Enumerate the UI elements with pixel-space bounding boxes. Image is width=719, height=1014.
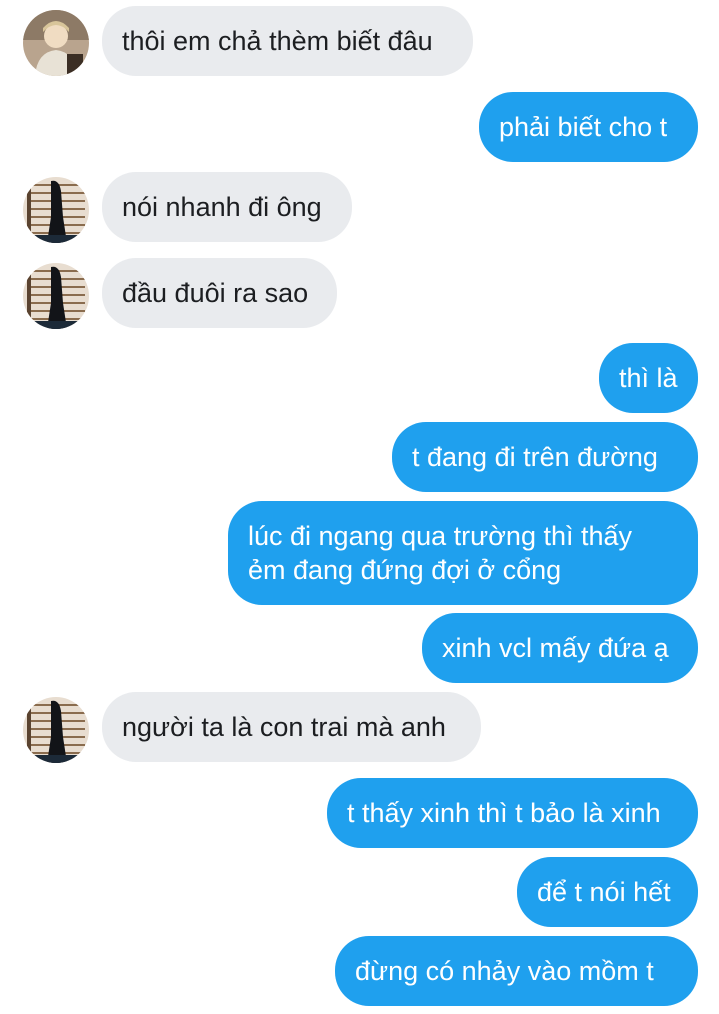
outgoing-message-bubble[interactable]: xinh vcl mấy đứa ạ — [422, 613, 698, 683]
outgoing-message-bubble[interactable]: để t nói hết — [517, 857, 698, 927]
incoming-message-bubble[interactable]: thôi em chả thèm biết đâu — [102, 6, 473, 76]
contact-avatar[interactable] — [23, 177, 89, 243]
outgoing-message-bubble[interactable]: lúc đi ngang qua trường thì thấy ẻm đang… — [228, 501, 698, 605]
person-photo-icon — [23, 10, 89, 76]
window-blinds-icon — [23, 263, 89, 329]
outgoing-message-bubble[interactable]: phải biết cho t — [479, 92, 698, 162]
incoming-message-bubble[interactable]: nói nhanh đi ông — [102, 172, 352, 242]
incoming-message-bubble[interactable]: người ta là con trai mà anh — [102, 692, 481, 762]
contact-avatar[interactable] — [23, 10, 89, 76]
incoming-message-bubble[interactable]: đầu đuôi ra sao — [102, 258, 337, 328]
outgoing-message-bubble[interactable]: t thấy xinh thì t bảo là xinh — [327, 778, 698, 848]
outgoing-message-bubble[interactable]: t đang đi trên đường — [392, 422, 698, 492]
window-blinds-icon — [23, 697, 89, 763]
contact-avatar[interactable] — [23, 263, 89, 329]
contact-avatar[interactable] — [23, 697, 89, 763]
outgoing-message-bubble[interactable]: đừng có nhảy vào mồm t — [335, 936, 698, 1006]
chat-thread: thôi em chả thèm biết đâu phải biết cho … — [0, 0, 719, 1014]
outgoing-message-bubble[interactable]: thì là — [599, 343, 698, 413]
window-blinds-icon — [23, 177, 89, 243]
